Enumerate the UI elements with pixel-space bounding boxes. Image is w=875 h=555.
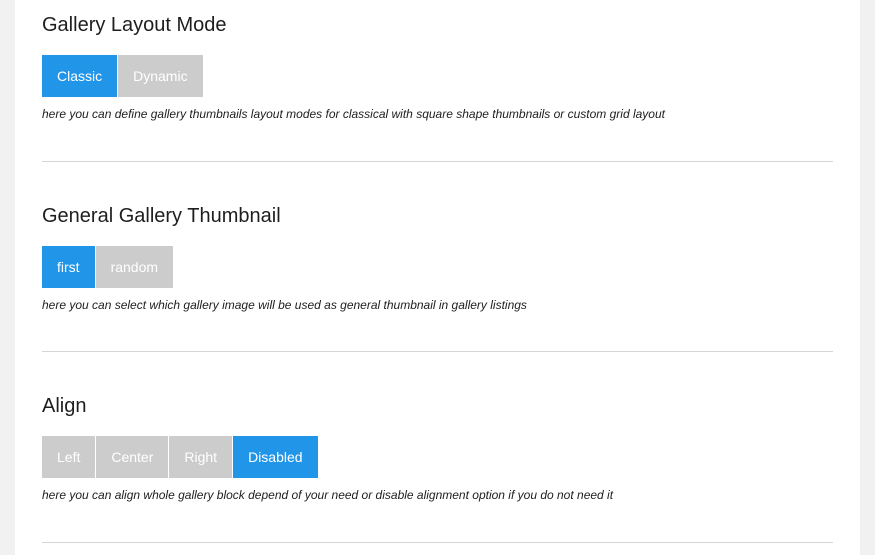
section-description: here you can select which gallery image … [42, 298, 527, 312]
align-toggle-group: Left Center Right Disabled [42, 436, 318, 478]
section-divider [42, 542, 833, 543]
section-divider [42, 161, 833, 162]
section-title: General Gallery Thumbnail [42, 205, 281, 227]
section-description: here you can align whole gallery block d… [42, 488, 614, 502]
settings-panel: Gallery Layout Mode Classic Dynamic here… [15, 0, 860, 555]
align-left-button[interactable]: Left [42, 436, 96, 478]
align-center-button[interactable]: Center [96, 436, 169, 478]
section-title: Align [42, 395, 87, 417]
section-divider [42, 351, 833, 352]
section-title: Gallery Layout Mode [42, 14, 227, 36]
thumbnail-random-button[interactable]: random [95, 246, 174, 288]
align-disabled-button[interactable]: Disabled [233, 436, 318, 478]
layout-mode-toggle-group: Classic Dynamic [42, 55, 203, 97]
layout-mode-dynamic-button[interactable]: Dynamic [118, 55, 203, 97]
section-description: here you can define gallery thumbnails l… [42, 107, 665, 121]
thumbnail-toggle-group: first random [42, 246, 174, 288]
align-right-button[interactable]: Right [169, 436, 233, 478]
thumbnail-first-button[interactable]: first [42, 246, 95, 288]
layout-mode-classic-button[interactable]: Classic [42, 55, 118, 97]
